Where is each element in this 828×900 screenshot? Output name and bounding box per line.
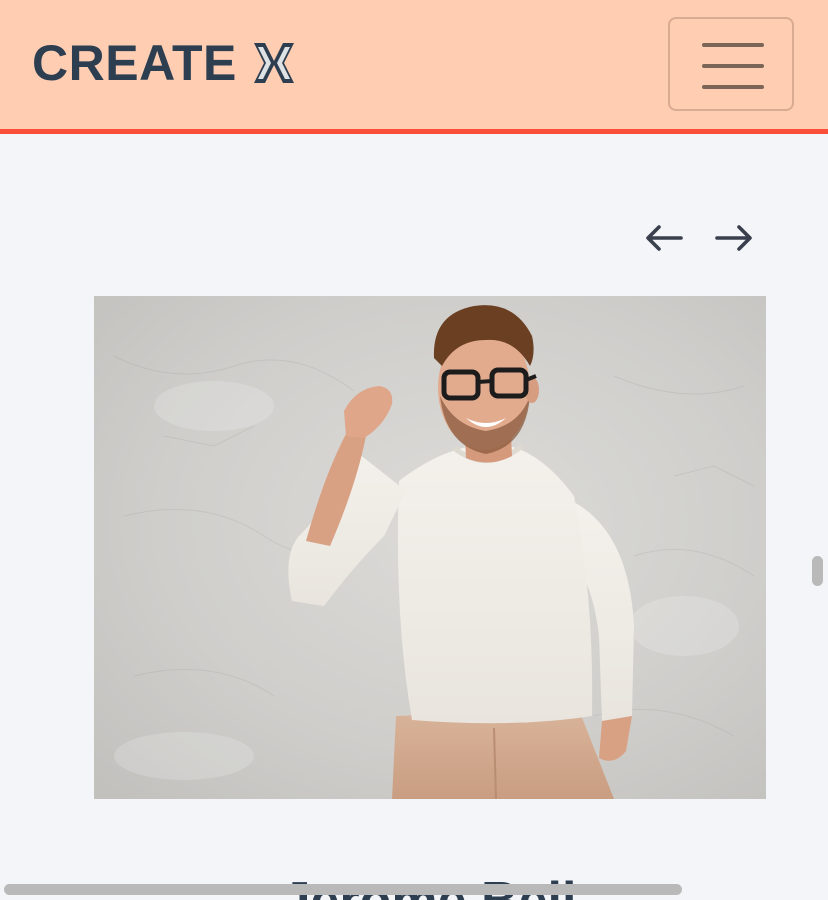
person-photo <box>94 296 766 799</box>
vertical-scrollbar[interactable] <box>812 556 823 586</box>
menu-toggle-button[interactable] <box>668 17 794 111</box>
chevrons-inward-icon <box>253 43 294 83</box>
arrow-left-icon <box>646 225 683 251</box>
carousel-prev-button[interactable] <box>643 220 685 256</box>
logo[interactable]: CREATE <box>32 33 297 93</box>
logo-text: CREATE <box>32 35 237 91</box>
hamburger-menu-icon <box>702 43 764 89</box>
arrow-right-icon <box>715 225 752 251</box>
horizontal-scrollbar[interactable] <box>4 884 682 895</box>
carousel-next-button[interactable] <box>713 220 755 256</box>
page: CREATE <box>0 0 828 900</box>
site-header: CREATE <box>0 0 828 134</box>
